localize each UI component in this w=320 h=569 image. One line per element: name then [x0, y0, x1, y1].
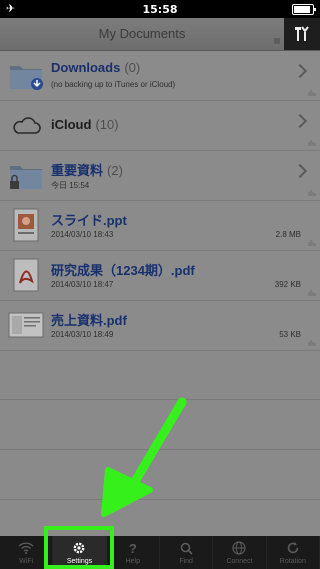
- folder-row-icloud[interactable]: iCloud (10): [0, 101, 320, 151]
- wifi-icon: [18, 541, 34, 555]
- pdf-file-icon: [13, 258, 39, 292]
- file-size: 53 KB: [279, 330, 301, 339]
- swipe-hint-icon: [308, 140, 316, 146]
- file-date: 2014/03/10 18:49: [51, 330, 114, 339]
- tab-find[interactable]: Find: [160, 536, 214, 569]
- tab-label: Connect: [226, 558, 253, 565]
- status-bar: ✈ 15:58: [0, 0, 320, 18]
- swipe-hint-icon: [308, 90, 316, 96]
- file-name: 売上資料.pdf: [51, 313, 127, 328]
- file-date: 2014/03/10 18:47: [51, 280, 114, 289]
- status-time: 15:58: [142, 3, 178, 16]
- folder-name: Downloads (0): [51, 60, 141, 75]
- chevron-right-icon: [292, 113, 308, 129]
- file-name: 研究成果（1234期）.pdf: [51, 263, 195, 278]
- file-name: スライド.ppt: [51, 213, 127, 228]
- row-divider: [0, 449, 320, 450]
- lock-icon: [274, 38, 280, 44]
- tab-help[interactable]: ? Help: [107, 536, 160, 569]
- folder-name: iCloud (10): [51, 117, 119, 132]
- folder-name: 重要資料 (2): [51, 163, 123, 178]
- swipe-hint-icon: [308, 340, 316, 346]
- file-row-ppt[interactable]: スライド.ppt 2014/03/10 18:43 2.8 MB: [0, 201, 320, 251]
- settings-highlight-box: [44, 526, 114, 569]
- page-title: My Documents: [98, 26, 186, 41]
- tools-button[interactable]: [284, 18, 320, 50]
- chevron-right-icon: [292, 63, 308, 79]
- file-size: 392 KB: [274, 280, 301, 289]
- folder-row-important[interactable]: 重要資料 (2) 今日 15:54: [0, 151, 320, 201]
- chevron-right-icon: [292, 163, 308, 179]
- document-list: Downloads (0) (no backing up to iTunes or…: [0, 51, 320, 351]
- cloud-icon: [13, 117, 41, 134]
- folder-row-downloads[interactable]: Downloads (0) (no backing up to iTunes or…: [0, 51, 320, 101]
- swipe-hint-icon: [308, 190, 316, 196]
- document-thumbnail-icon: [8, 312, 44, 338]
- swipe-hint-icon: [308, 240, 316, 246]
- tab-connect[interactable]: Connect: [213, 536, 267, 569]
- search-icon: [178, 541, 194, 555]
- ppt-file-icon: [13, 208, 39, 242]
- file-date: 2014/03/10 18:43: [51, 230, 114, 239]
- file-size: 2.8 MB: [275, 230, 301, 239]
- tab-rotation[interactable]: Rotation: [267, 536, 320, 569]
- tab-label: Rotation: [279, 558, 306, 565]
- row-divider: [0, 399, 320, 400]
- locked-folder-icon: [10, 166, 42, 189]
- tools-icon: [295, 26, 309, 41]
- downloads-folder-icon: [10, 66, 43, 90]
- battery-icon: [292, 4, 316, 15]
- globe-icon: [231, 541, 247, 555]
- folder-subtitle: 今日 15:54: [51, 181, 90, 190]
- row-divider: [0, 499, 320, 500]
- tab-label: Find: [179, 558, 193, 565]
- empty-list-area: [0, 350, 320, 536]
- nav-bar: My Documents: [0, 18, 320, 51]
- file-row-pdf-research[interactable]: 研究成果（1234期）.pdf 2014/03/10 18:47 392 KB: [0, 251, 320, 301]
- tab-label: WiFi: [19, 558, 34, 565]
- tab-label: Help: [125, 558, 141, 565]
- help-icon: ?: [128, 540, 137, 556]
- swipe-hint-icon: [308, 290, 316, 296]
- file-row-pdf-sales[interactable]: 売上資料.pdf 2014/03/10 18:49 53 KB: [0, 301, 320, 351]
- rotation-icon: [285, 541, 301, 555]
- folder-subtitle: (no backing up to iTunes or iCloud): [51, 80, 176, 89]
